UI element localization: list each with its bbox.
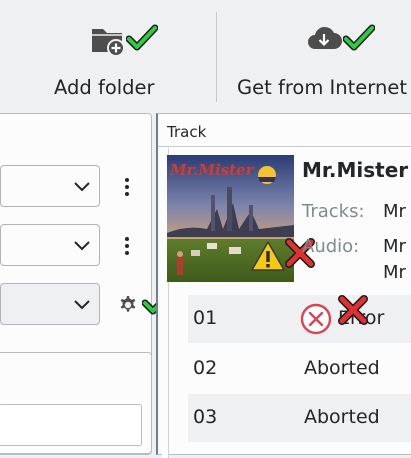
folder-add-icon xyxy=(90,24,126,60)
more-options-icon[interactable] xyxy=(122,176,132,202)
album-title: Mr.Mister xyxy=(302,158,409,182)
track-row[interactable]: 01 Error xyxy=(188,295,411,343)
track-number: 02 xyxy=(193,357,218,379)
chevron-down-icon xyxy=(73,237,91,256)
error-circle-icon xyxy=(300,303,332,339)
more-options-icon[interactable] xyxy=(122,235,132,261)
divider xyxy=(158,146,411,147)
toolbar-separator xyxy=(216,12,217,102)
track-status: Aborted xyxy=(304,357,380,379)
track-number: 01 xyxy=(193,307,218,329)
toolbar: Add folder Get from Internet xyxy=(0,0,411,112)
track-row[interactable]: 02 Aborted xyxy=(188,345,411,393)
svg-text:Mr.Mister: Mr.Mister xyxy=(169,161,255,179)
audio-key: Audio: xyxy=(302,236,360,257)
destination-combo[interactable] xyxy=(0,224,100,266)
track-row[interactable]: 03 Aborted xyxy=(188,394,411,442)
cloud-download-icon xyxy=(306,24,342,58)
add-folder-label: Add folder xyxy=(54,76,155,99)
chevron-down-icon xyxy=(73,296,91,315)
panel-title: Track xyxy=(167,123,207,141)
audio-value: Mr xyxy=(383,236,406,257)
tracks-value: Mr xyxy=(383,201,406,222)
get-from-internet-label: Get from Internet xyxy=(237,76,407,99)
tracks-key: Tracks: xyxy=(302,201,365,222)
track-number: 03 xyxy=(193,406,218,428)
chevron-down-icon xyxy=(73,178,91,197)
track-status: Aborted xyxy=(304,406,380,428)
red-cross-icon xyxy=(336,293,370,331)
add-folder-button[interactable]: Add folder xyxy=(40,10,190,104)
green-check-icon xyxy=(342,24,376,56)
profile-combo[interactable] xyxy=(0,283,100,325)
text-field[interactable] xyxy=(0,404,142,446)
warning-icon xyxy=(250,240,286,276)
audio-value: Mr xyxy=(383,262,406,283)
green-check-icon xyxy=(125,24,159,56)
get-from-internet-button[interactable]: Get from Internet xyxy=(226,10,411,104)
source-combo[interactable] xyxy=(0,165,100,207)
gear-icon[interactable] xyxy=(116,293,140,321)
